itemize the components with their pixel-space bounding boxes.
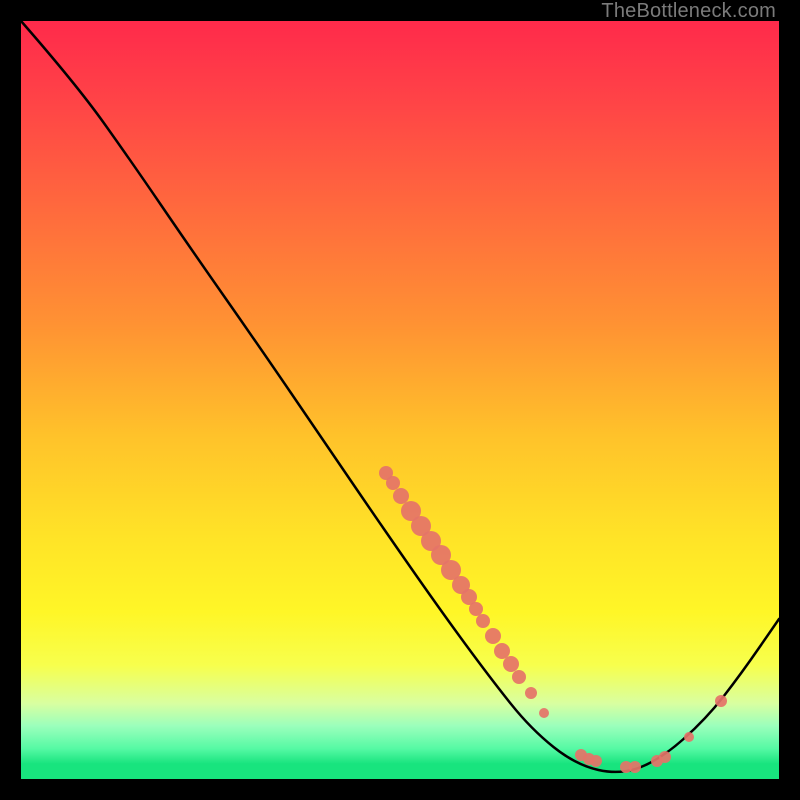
marker-dot	[590, 755, 602, 767]
curve-svg	[21, 21, 779, 779]
chart-stage: TheBottleneck.com	[0, 0, 800, 800]
marker-dot	[386, 476, 400, 490]
marker-dot	[525, 687, 537, 699]
marker-dot	[469, 602, 483, 616]
marker-dot	[629, 761, 641, 773]
watermark-label: TheBottleneck.com	[601, 0, 776, 23]
marker-dot	[512, 670, 526, 684]
marker-dot	[715, 695, 727, 707]
marker-dots	[379, 466, 727, 773]
marker-dot	[684, 732, 694, 742]
marker-dot	[393, 488, 409, 504]
marker-dot	[476, 614, 490, 628]
marker-dot	[659, 751, 671, 763]
marker-dot	[539, 708, 549, 718]
marker-dot	[494, 643, 510, 659]
bottleneck-curve	[21, 21, 779, 772]
gradient-plot-area	[21, 21, 779, 779]
marker-dot	[485, 628, 501, 644]
marker-dot	[503, 656, 519, 672]
